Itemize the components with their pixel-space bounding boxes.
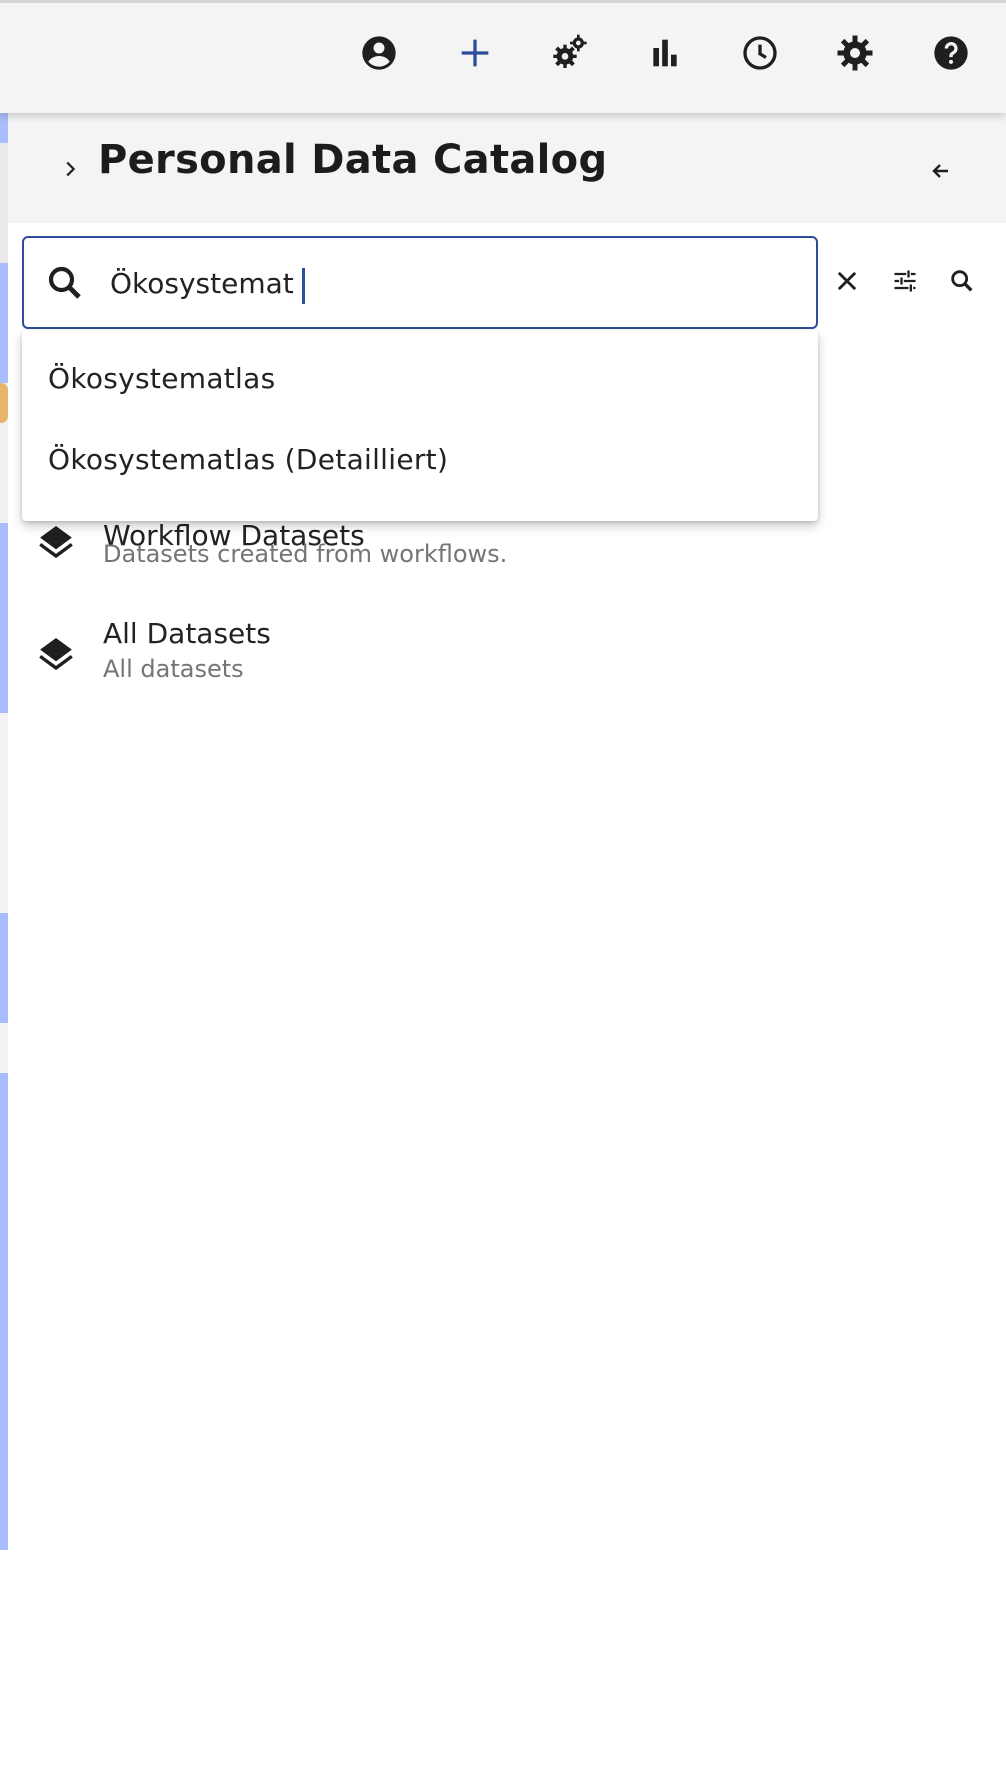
layers-icon	[39, 638, 73, 671]
clear-search-button[interactable]	[822, 253, 872, 309]
help-button[interactable]	[923, 25, 979, 81]
search-input[interactable]	[110, 256, 790, 310]
panel-title: Personal Data Catalog	[98, 137, 608, 183]
layers-icon	[39, 526, 73, 559]
account-circle-icon	[362, 36, 396, 70]
bar-chart-icon	[653, 39, 677, 67]
autocomplete-option-label: Ökosystematlas	[48, 362, 276, 395]
catalog-item-title: All Datasets	[103, 617, 271, 650]
plots-button[interactable]	[637, 25, 693, 81]
arrow-left-icon	[932, 164, 948, 178]
add-icon	[461, 39, 489, 67]
map-feature	[0, 383, 8, 423]
workflow-gears-icon	[553, 34, 587, 68]
catalog-item-all-datasets[interactable]: All Datasets All datasets	[8, 613, 1006, 713]
text-caret	[302, 268, 305, 304]
map-view[interactable]	[0, 113, 8, 1550]
account-button[interactable]	[351, 25, 407, 81]
history-clock-icon	[743, 36, 777, 70]
autocomplete-option-label: Ökosystematlas (Detailliert)	[48, 443, 449, 476]
catalog-item-subtitle: Datasets created from workflows.	[103, 540, 508, 568]
close-icon	[837, 271, 857, 291]
search-submit-button[interactable]	[937, 253, 987, 309]
top-toolbar	[0, 0, 1006, 113]
help-icon	[934, 36, 968, 70]
search-icon	[951, 270, 973, 292]
back-button[interactable]	[920, 151, 960, 191]
app-page: Personal Data Catalog Ökosystemat Workfl…	[0, 0, 1006, 1790]
catalog-item-subtitle: All datasets	[103, 655, 244, 683]
autocomplete-dropdown: Ökosystematlas Ökosystematlas (Detaillie…	[22, 330, 818, 521]
chevron-right-icon	[66, 161, 76, 177]
add-button[interactable]	[447, 25, 503, 81]
history-button[interactable]	[732, 25, 788, 81]
settings-button[interactable]	[827, 25, 883, 81]
panel-header: Personal Data Catalog	[8, 113, 1006, 223]
search-field	[22, 236, 818, 329]
autocomplete-option[interactable]: Ökosystematlas (Detailliert)	[22, 423, 818, 503]
tune-icon	[894, 270, 916, 292]
workflow-button[interactable]	[542, 25, 598, 81]
search-icon	[48, 266, 81, 299]
filter-button[interactable]	[880, 253, 930, 309]
expand-button[interactable]	[50, 149, 90, 189]
autocomplete-option[interactable]: Ökosystematlas	[22, 342, 818, 422]
settings-gear-icon	[837, 35, 873, 71]
